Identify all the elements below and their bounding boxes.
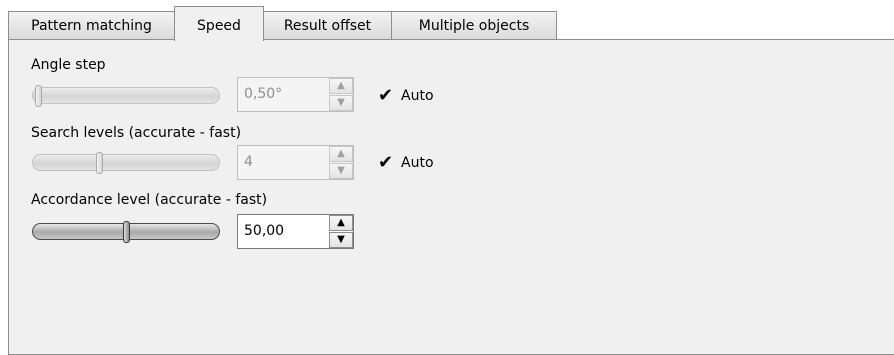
checkmark-icon: ✔ xyxy=(377,85,394,106)
angle-step-value: 0,50° xyxy=(244,86,283,102)
tab-pattern-matching[interactable]: Pattern matching xyxy=(8,11,175,40)
angle-step-auto-checkbox[interactable]: ✔ xyxy=(377,85,394,106)
search-levels-up-button[interactable]: ▲ xyxy=(329,146,353,162)
arrow-down-icon: ▼ xyxy=(337,97,345,108)
speed-panel: Angle step 0,50° ▲ ▼ ✔ Auto Search level… xyxy=(8,39,894,355)
accordance-level-spinbox[interactable]: 50,00 ▲ ▼ xyxy=(237,214,354,249)
arrow-down-icon: ▼ xyxy=(337,165,345,176)
angle-step-spinbox[interactable]: 0,50° ▲ ▼ xyxy=(237,77,354,112)
tab-label: Pattern matching xyxy=(31,18,152,34)
arrow-up-icon: ▲ xyxy=(337,80,345,91)
angle-step-auto-label: Auto xyxy=(401,88,434,104)
tab-speed[interactable]: Speed xyxy=(174,6,264,41)
search-levels-value: 4 xyxy=(244,154,253,170)
search-levels-spinbox[interactable]: 4 ▲ ▼ xyxy=(237,145,354,180)
accordance-level-label: Accordance level (accurate - fast) xyxy=(31,192,268,208)
search-levels-down-button[interactable]: ▼ xyxy=(329,163,353,179)
accordance-level-slider-thumb[interactable] xyxy=(122,221,130,243)
accordance-level-down-button[interactable]: ▼ xyxy=(329,232,353,248)
search-levels-slider[interactable] xyxy=(32,152,220,174)
tab-multiple-objects[interactable]: Multiple objects xyxy=(391,11,557,40)
tab-bar: Pattern matching Speed Result offset Mul… xyxy=(8,6,894,41)
search-levels-slider-thumb[interactable] xyxy=(96,152,104,174)
tab-label: Speed xyxy=(197,18,241,34)
angle-step-down-button[interactable]: ▼ xyxy=(329,95,353,111)
arrow-up-icon: ▲ xyxy=(337,148,345,159)
angle-step-slider[interactable] xyxy=(32,85,220,107)
angle-step-label: Angle step xyxy=(31,57,106,73)
search-levels-auto-label: Auto xyxy=(401,155,434,171)
angle-step-slider-thumb[interactable] xyxy=(35,85,42,107)
tab-label: Result offset xyxy=(283,18,372,34)
search-levels-auto-checkbox[interactable]: ✔ xyxy=(377,152,394,173)
search-levels-label: Search levels (accurate - fast) xyxy=(31,125,242,141)
arrow-up-icon: ▲ xyxy=(337,217,345,228)
arrow-down-icon: ▼ xyxy=(337,234,345,245)
tab-result-offset[interactable]: Result offset xyxy=(263,11,392,40)
accordance-level-slider[interactable] xyxy=(32,221,220,243)
checkmark-icon: ✔ xyxy=(377,152,394,173)
tab-label: Multiple objects xyxy=(418,18,530,34)
angle-step-up-button[interactable]: ▲ xyxy=(329,78,353,94)
accordance-level-value: 50,00 xyxy=(244,223,285,239)
accordance-level-up-button[interactable]: ▲ xyxy=(329,215,353,231)
